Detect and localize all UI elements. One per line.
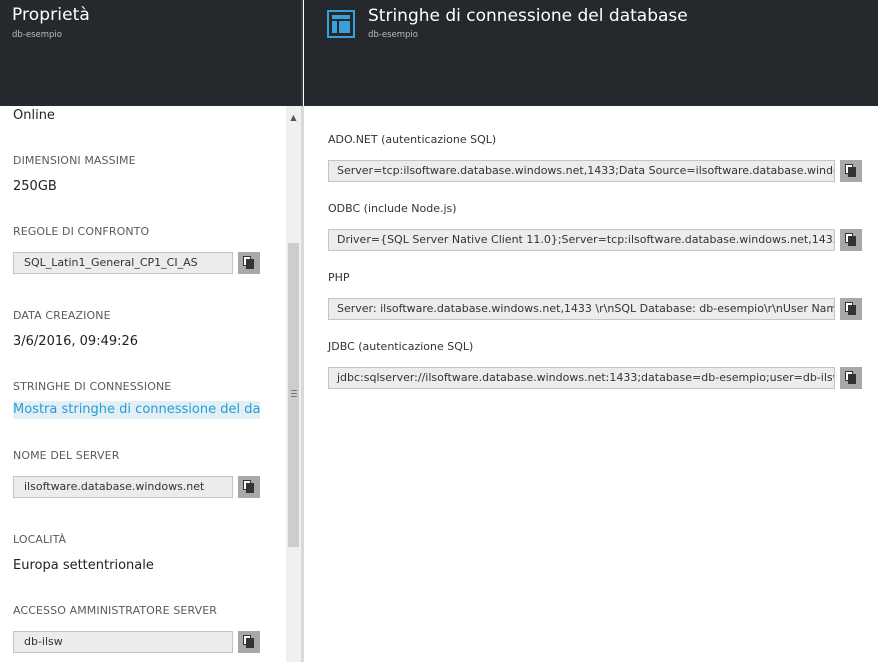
scrollbar-grip: [291, 390, 297, 400]
copy-server-name-button[interactable]: [238, 476, 260, 498]
copy-php-button[interactable]: [840, 298, 862, 320]
copy-odbc-button[interactable]: [840, 229, 862, 251]
show-connection-strings-link[interactable]: Mostra stringhe di connessione del da...: [13, 401, 260, 419]
jdbc-connection-string-field[interactable]: jdbc:sqlserver://ilsoftware.database.win…: [328, 367, 835, 389]
max-size-label: DIMENSIONI MASSIME: [13, 154, 136, 167]
copy-icon: [845, 302, 856, 315]
copy-admin-login-button[interactable]: [238, 631, 260, 653]
status-value: Online: [13, 108, 55, 123]
copy-icon: [243, 480, 254, 493]
server-name-label: NOME DEL SERVER: [13, 449, 120, 462]
connection-strings-blade-icon: [327, 10, 355, 38]
created-value: 3/6/2016, 09:49:26: [13, 334, 139, 349]
properties-blade-header: Proprietà db-esempio: [0, 0, 302, 106]
jdbc-label: JDBC (autenticazione SQL): [328, 340, 474, 353]
admin-login-label: ACCESSO AMMINISTRATORE SERVER: [13, 604, 218, 617]
connection-strings-label: STRINGHE DI CONNESSIONE: [13, 380, 172, 393]
connection-strings-blade-subtitle: db-esempio: [368, 30, 418, 40]
php-label: PHP: [328, 271, 350, 284]
copy-ado-net-button[interactable]: [840, 160, 862, 182]
odbc-label: ODBC (include Node.js): [328, 202, 457, 215]
ado-net-label: ADO.NET (autenticazione SQL): [328, 133, 497, 146]
properties-blade: Proprietà db-esempio Online DIMENSIONI M…: [0, 0, 302, 662]
location-label: LOCALITÀ: [13, 533, 67, 546]
ado-net-connection-string-field[interactable]: Server=tcp:ilsoftware.database.windows.n…: [328, 160, 835, 182]
connection-strings-blade-header: Stringhe di connessione del database db-…: [304, 0, 878, 106]
copy-collation-button[interactable]: [238, 252, 260, 274]
connection-strings-blade-title: Stringhe di connessione del database: [368, 6, 688, 26]
php-connection-string-field[interactable]: Server: ilsoftware.database.windows.net,…: [328, 298, 835, 320]
properties-blade-title: Proprietà: [12, 5, 90, 25]
location-value: Europa settentrionale: [13, 558, 154, 573]
copy-icon: [845, 371, 856, 384]
server-name-field[interactable]: ilsoftware.database.windows.net: [13, 476, 233, 498]
properties-blade-subtitle: db-esempio: [12, 30, 62, 40]
scroll-up-arrow-icon[interactable]: ▲: [286, 110, 301, 124]
created-label: DATA CREAZIONE: [13, 309, 111, 322]
collation-label: REGOLE DI CONFRONTO: [13, 225, 150, 238]
collation-field[interactable]: SQL_Latin1_General_CP1_CI_AS: [13, 252, 233, 274]
copy-jdbc-button[interactable]: [840, 367, 862, 389]
copy-icon: [845, 164, 856, 177]
admin-login-field[interactable]: db-ilsw: [13, 631, 233, 653]
connection-strings-blade: Stringhe di connessione del database db-…: [304, 0, 878, 662]
copy-icon: [243, 635, 254, 648]
copy-icon: [243, 256, 254, 269]
properties-list: Online DIMENSIONI MASSIME 250GB REGOLE D…: [0, 106, 285, 662]
odbc-connection-string-field[interactable]: Driver={SQL Server Native Client 11.0};S…: [328, 229, 835, 251]
max-size-value: 250GB: [13, 179, 57, 194]
copy-icon: [845, 233, 856, 246]
azure-portal: Proprietà db-esempio Online DIMENSIONI M…: [0, 0, 878, 662]
